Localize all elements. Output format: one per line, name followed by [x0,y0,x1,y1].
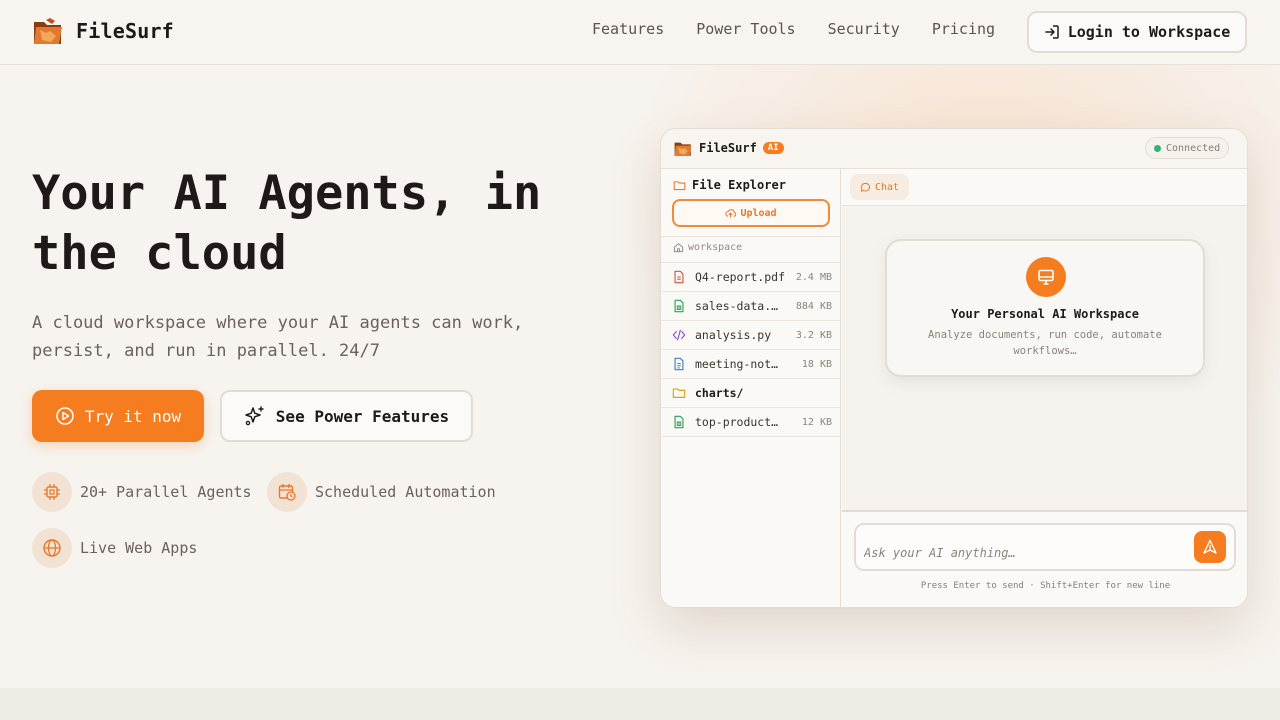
see-power-features-label: See Power Features [275,406,450,426]
folder-icon [672,388,686,398]
folder-icon [673,180,686,190]
send-arrow-icon [1203,539,1217,554]
nav-link-security[interactable]: Security [828,20,900,38]
file-explorer-title-label: File Explorer [692,178,786,192]
hero-subtitle-line-1: A cloud workspace where your AI agents c… [32,313,524,333]
nav-link-features[interactable]: Features [592,20,664,38]
feature-live-web-apps-label: Live Web Apps [80,539,198,557]
brand-name: FileSurf [76,19,174,43]
nav-link-pricing[interactable]: Pricing [932,20,995,38]
login-button[interactable]: Login to Workspace [1027,11,1247,53]
hero-title-line-2: the cloud [32,226,287,281]
try-it-now-label: Try it now [84,406,182,426]
status-dot-icon [1154,144,1161,152]
file-row[interactable]: Q4-report.pdf 2.4 MB [661,263,840,292]
chat-bubble-icon [860,182,871,192]
send-button[interactable] [1194,531,1226,563]
file-row[interactable]: top-products.xlsx 12 KB [661,408,840,437]
composer [854,523,1236,571]
file-size: 12 KB [801,416,832,428]
feature-parallel-agents-label: 20+ Parallel Agents [80,483,252,501]
composer-hint: Press Enter to send · Shift+Enter for ne… [920,581,1171,591]
tab-chat[interactable]: Chat [850,174,910,200]
welcome-card: Your Personal AI Workspace Analyze docum… [885,239,1205,377]
file-size: 884 KB [795,300,832,312]
breadcrumb-label: workspace [688,242,743,253]
nav-links: Features Power Tools Security Pricing [592,20,995,38]
code-file-icon [672,329,686,341]
file-name: sales-data.csv [695,299,785,313]
welcome-subtitle: Analyze documents, run code, automate wo… [928,329,1162,357]
spreadsheet-file-icon [674,415,684,429]
app-preview-window: FileSurf AI Connected File Explorer Uplo… [660,128,1248,608]
chat-input[interactable] [864,546,1184,560]
feature-parallel-agents: 20+ Parallel Agents [32,472,252,512]
home-icon [673,243,684,253]
composer-area: Press Enter to send · Shift+Enter for ne… [842,510,1247,607]
try-it-now-button[interactable]: Try it now [32,390,204,442]
filesurf-logo-icon [674,142,692,156]
file-explorer-title: File Explorer [673,178,786,192]
upload-button[interactable]: Upload [672,199,830,227]
file-row[interactable]: sales-data.csv 884 KB [661,292,840,321]
app-brand-name: FileSurf [699,141,757,155]
globe-icon [32,528,72,568]
feature-scheduled-automation: Scheduled Automation [267,472,496,512]
connection-status-badge: Connected [1145,137,1230,159]
feature-scheduled-automation-label: Scheduled Automation [315,483,496,501]
see-power-features-button[interactable]: See Power Features [220,390,473,442]
sparkles-icon [245,406,264,426]
file-name: top-products.xlsx [695,415,785,429]
workspace-breadcrumb[interactable]: workspace [673,242,742,253]
app-brand: FileSurf AI [673,139,784,157]
tab-chat-label: Chat [875,181,900,193]
monitor-icon [1026,257,1066,297]
app-titlebar: FileSurf AI Connected [661,129,1247,169]
file-row[interactable]: meeting-notes.docx 18 KB [661,350,840,379]
welcome-title: Your Personal AI Workspace [951,307,1139,321]
ai-badge: AI [762,142,784,154]
file-size: 2.4 MB [795,271,832,283]
file-name: Q4-report.pdf [695,270,785,284]
brand[interactable]: FileSurf [32,16,174,46]
file-explorer-sidebar: File Explorer Upload workspace Q4-report… [661,169,841,607]
file-list: Q4-report.pdf 2.4 MB sales-data.csv 884 … [661,263,840,437]
play-circle-icon [56,407,74,425]
feature-live-web-apps: Live Web Apps [32,528,197,568]
nav-link-power-tools[interactable]: Power Tools [696,20,795,38]
cpu-chip-icon [32,472,72,512]
chat-panel: Chat Your Personal AI Workspace Analyze … [842,169,1247,607]
file-row[interactable]: analysis.py 3.2 KB [661,321,840,350]
next-section-band [0,688,1280,720]
upload-cloud-icon [725,208,737,218]
filesurf-logo-icon [34,18,62,44]
tab-bar: Chat [842,169,1247,206]
hero-title: Your AI Agents, in the cloud [32,164,592,284]
file-name: meeting-notes.docx [695,357,785,371]
folder-row[interactable]: charts/ [661,379,840,408]
top-nav: FileSurf Features Power Tools Security P… [0,0,1280,65]
hero-subtitle-line-2: persist, and run in parallel. 24/7 [32,341,380,361]
spreadsheet-file-icon [674,299,684,313]
pdf-file-icon [674,270,684,284]
login-icon [1044,25,1059,39]
hero-title-line-1: Your AI Agents, in [32,166,542,221]
file-size: 3.2 KB [795,329,832,341]
connection-status-label: Connected [1166,142,1221,154]
folder-name: charts/ [695,386,744,400]
upload-label: Upload [740,207,777,219]
document-file-icon [674,357,684,371]
hero-subtitle: A cloud workspace where your AI agents c… [32,309,572,365]
login-label: Login to Workspace [1067,23,1231,41]
file-name: analysis.py [695,328,772,342]
file-explorer-header: File Explorer Upload [661,169,840,237]
calendar-clock-icon [267,472,307,512]
file-size: 18 KB [801,358,832,370]
